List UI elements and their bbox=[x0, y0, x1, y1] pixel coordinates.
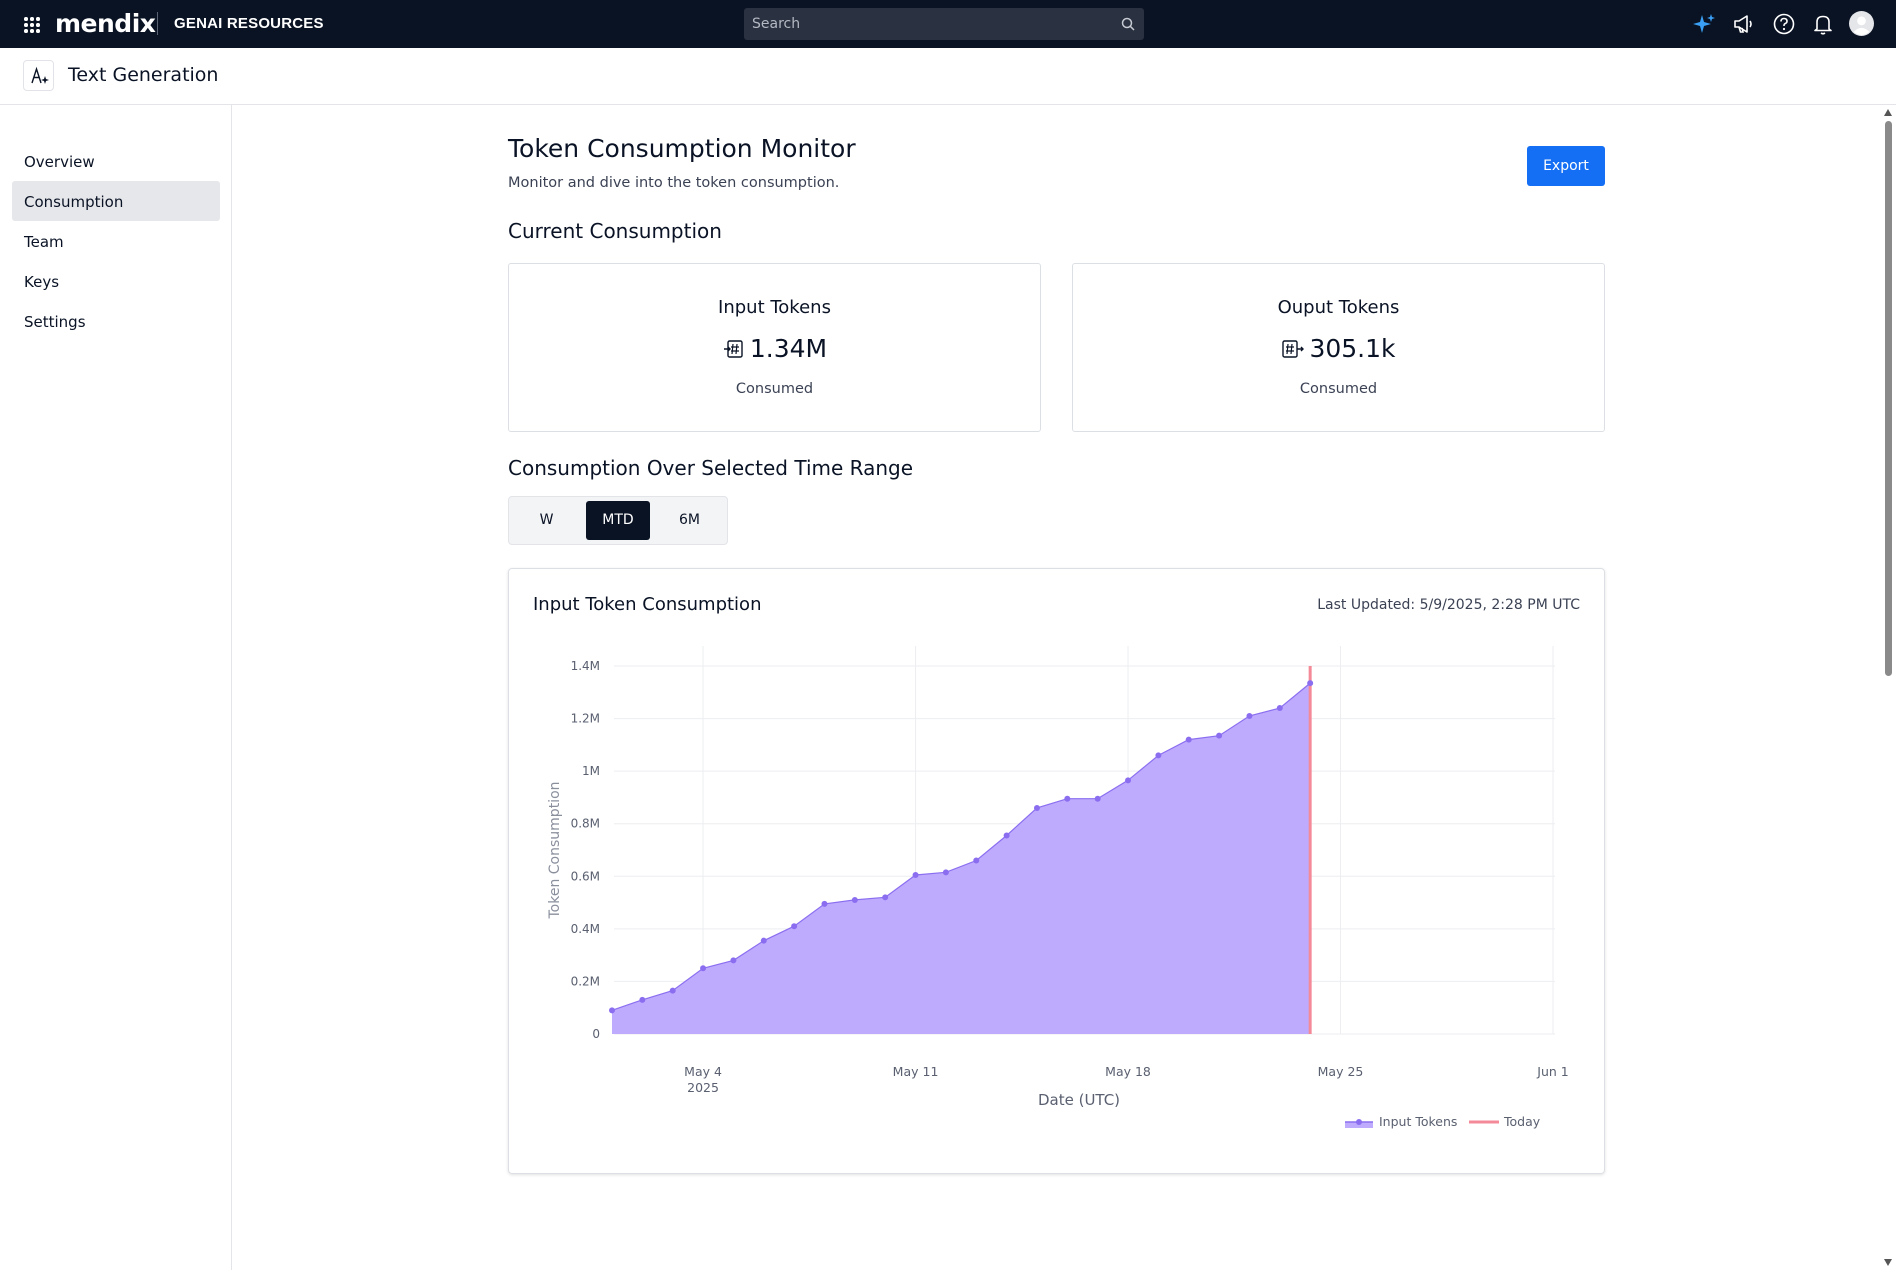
y-tick-label: 1.2M bbox=[571, 712, 600, 726]
range-option-6m[interactable]: 6M bbox=[656, 501, 723, 540]
megaphone-icon[interactable] bbox=[1732, 12, 1756, 36]
y-axis-label: Token Consumption bbox=[547, 781, 563, 919]
x-tick-label: May 11 bbox=[893, 1064, 939, 1079]
input-tokens-area bbox=[612, 683, 1311, 1034]
data-point[interactable] bbox=[942, 869, 949, 876]
x-tick-label: May 18 bbox=[1105, 1064, 1151, 1079]
x-axis-label: Date (UTC) bbox=[1038, 1091, 1120, 1109]
y-tick-label: 0.8M bbox=[571, 817, 600, 831]
scroll-down-arrow-icon[interactable] bbox=[1884, 1259, 1892, 1266]
card-title: Input Tokens bbox=[718, 297, 831, 318]
data-point[interactable] bbox=[791, 923, 798, 930]
y-tick-label: 0.6M bbox=[571, 869, 600, 883]
scroll-thumb[interactable] bbox=[1885, 121, 1892, 676]
mendix-logo[interactable]: mendix bbox=[55, 9, 156, 38]
data-point[interactable] bbox=[1064, 795, 1071, 802]
output-tokens-card: Ouput Tokens 305.1k Consumed bbox=[1072, 263, 1605, 432]
data-point[interactable] bbox=[700, 965, 707, 972]
card-label: Consumed bbox=[735, 381, 814, 397]
legend-input-tokens-marker bbox=[1356, 1119, 1362, 1125]
data-point[interactable] bbox=[1155, 752, 1162, 759]
output-tokens-value: 305.1k bbox=[1309, 334, 1396, 363]
token-input-icon bbox=[723, 339, 743, 358]
search-box[interactable] bbox=[744, 8, 1144, 40]
legend-input-tokens[interactable]: Input Tokens bbox=[1379, 1114, 1457, 1129]
sidebar: Overview Consumption Team Keys Settings bbox=[0, 105, 232, 1270]
scroll-up-arrow-icon[interactable] bbox=[1884, 109, 1892, 116]
input-tokens-value: 1.34M bbox=[749, 334, 828, 363]
logo-divider bbox=[157, 12, 158, 35]
search-icon[interactable] bbox=[1120, 16, 1136, 32]
data-point[interactable] bbox=[609, 1007, 615, 1014]
y-tick-label: 0.2M bbox=[571, 974, 600, 988]
y-tick-label: 1M bbox=[582, 764, 600, 778]
bell-icon[interactable] bbox=[1811, 12, 1835, 36]
data-point[interactable] bbox=[1216, 732, 1223, 739]
sidebar-item-consumption[interactable]: Consumption bbox=[12, 181, 220, 221]
data-point[interactable] bbox=[912, 871, 919, 878]
page-title: Token Consumption Monitor bbox=[508, 134, 856, 163]
data-point[interactable] bbox=[1033, 804, 1040, 811]
page-subtitle: Monitor and dive into the token consumpt… bbox=[508, 175, 840, 191]
data-point[interactable] bbox=[1246, 712, 1253, 719]
x-tick-label: Jun 1 bbox=[1536, 1064, 1568, 1079]
data-point[interactable] bbox=[1307, 680, 1314, 687]
data-point[interactable] bbox=[1185, 736, 1192, 743]
data-point[interactable] bbox=[730, 957, 737, 964]
token-output-icon bbox=[1282, 339, 1305, 358]
y-tick-label: 0 bbox=[592, 1027, 600, 1041]
x-tick-sublabel: 2025 bbox=[687, 1080, 719, 1095]
top-bar: mendix GENAI RESOURCES bbox=[0, 0, 1896, 48]
data-point[interactable] bbox=[639, 996, 646, 1003]
sidebar-item-keys[interactable]: Keys bbox=[12, 261, 220, 301]
x-tick-label: May 4 bbox=[684, 1064, 722, 1079]
sidebar-item-settings[interactable]: Settings bbox=[12, 301, 220, 341]
data-point[interactable] bbox=[1003, 832, 1010, 839]
range-option-week[interactable]: W bbox=[513, 501, 580, 540]
data-point[interactable] bbox=[973, 857, 980, 864]
y-tick-label: 0.4M bbox=[571, 922, 600, 936]
data-point[interactable] bbox=[1276, 705, 1283, 712]
input-tokens-card: Input Tokens 1.34M Consumed bbox=[508, 263, 1041, 432]
time-range-heading: Consumption Over Selected Time Range bbox=[508, 456, 914, 480]
chart-card: Input Token Consumption Last Updated: 5/… bbox=[508, 568, 1605, 1174]
search-input[interactable] bbox=[744, 8, 1144, 40]
card-label: Consumed bbox=[1299, 381, 1378, 397]
legend-today[interactable]: Today bbox=[1503, 1114, 1541, 1129]
data-point[interactable] bbox=[882, 894, 889, 901]
time-range-selector: W MTD 6M bbox=[508, 496, 728, 545]
token-consumption-chart[interactable]: 0 0.2M 0.4M 0.6M 0.8M 1M 1.2M 1.4M May 42025 May… bbox=[509, 569, 1606, 1175]
data-point[interactable] bbox=[760, 937, 767, 944]
card-title: Ouput Tokens bbox=[1277, 297, 1400, 318]
page-scrollbar[interactable] bbox=[1880, 105, 1896, 1270]
y-tick-label: 1.4M bbox=[571, 659, 600, 673]
ai-text-icon bbox=[23, 60, 54, 91]
apps-grid-icon[interactable] bbox=[22, 14, 42, 34]
sidebar-item-overview[interactable]: Overview bbox=[12, 141, 220, 181]
avatar-icon[interactable] bbox=[1849, 11, 1874, 36]
data-point[interactable] bbox=[669, 987, 676, 994]
help-icon[interactable] bbox=[1772, 12, 1796, 36]
app-title: Text Generation bbox=[68, 64, 219, 86]
export-button[interactable]: Export bbox=[1527, 146, 1605, 186]
data-point[interactable] bbox=[1125, 777, 1132, 784]
data-point[interactable] bbox=[821, 900, 828, 907]
chart-legend: Input Tokens Today bbox=[1345, 1114, 1541, 1129]
range-option-mtd[interactable]: MTD bbox=[586, 501, 650, 540]
data-point[interactable] bbox=[851, 896, 858, 903]
data-point[interactable] bbox=[1094, 795, 1101, 802]
product-name[interactable]: GENAI RESOURCES bbox=[174, 15, 324, 32]
sidebar-item-team[interactable]: Team bbox=[12, 221, 220, 261]
sparkle-icon[interactable] bbox=[1692, 12, 1716, 36]
sub-header: Text Generation bbox=[0, 48, 1896, 105]
x-tick-label: May 25 bbox=[1318, 1064, 1364, 1079]
current-consumption-heading: Current Consumption bbox=[508, 219, 722, 243]
